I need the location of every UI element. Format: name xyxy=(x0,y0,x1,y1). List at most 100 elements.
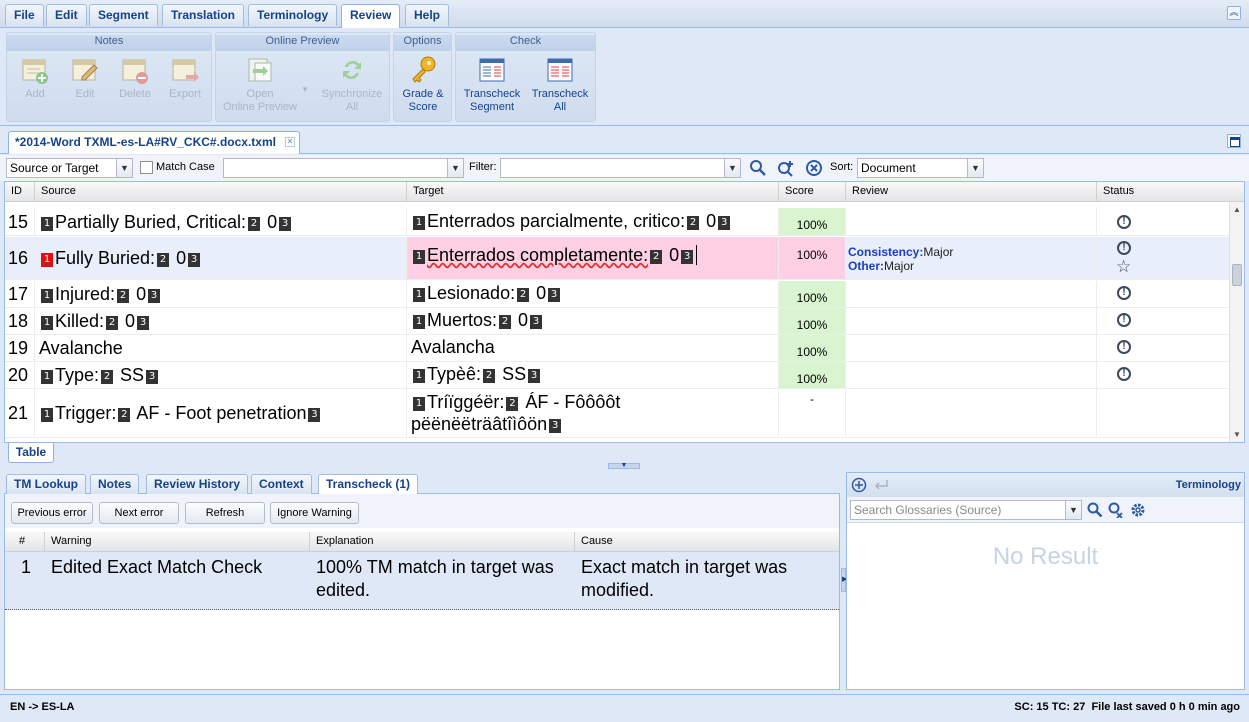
search-scope-select[interactable]: Source or Target ▼ xyxy=(6,158,133,178)
column-header-cause[interactable]: Cause xyxy=(575,532,839,552)
menu-tab-terminology[interactable]: Terminology xyxy=(248,4,338,26)
language-pair: EN -> ES-LA xyxy=(10,701,75,713)
add-note-button[interactable]: Add xyxy=(15,55,55,101)
transcheck-row[interactable]: 1 Edited Exact Match Check 100% TM match… xyxy=(5,552,839,610)
next-error-button[interactable]: Next error xyxy=(99,502,179,524)
warning-icon[interactable]: ! xyxy=(1117,241,1131,255)
target-text: Tríïggéër: xyxy=(427,392,505,412)
menu-tab-translation[interactable]: Translation xyxy=(162,4,245,26)
column-header-review[interactable]: Review xyxy=(846,182,1097,202)
warning-icon[interactable]: ! xyxy=(1117,286,1131,300)
export-note-button[interactable]: Export xyxy=(163,55,207,101)
open-online-preview-button[interactable]: Open Online Preview xyxy=(220,55,300,114)
segment-target[interactable]: 1 Typèê: 2 SS 3 xyxy=(407,362,779,388)
tab-tm-lookup[interactable]: TM Lookup xyxy=(6,474,86,494)
grid-scrollbar[interactable]: ▲ ▼ xyxy=(1229,202,1244,442)
segment-source: 1 Injured: 2 03 xyxy=(35,281,407,307)
search-input[interactable]: ▼ xyxy=(223,158,464,178)
segment-row[interactable]: 17 1 Injured: 2 03 1 Lesionado: 2 03 100% ! xyxy=(5,281,1230,308)
warning-icon[interactable]: ! xyxy=(1117,313,1131,327)
transcheck-all-button[interactable]: Transcheck All xyxy=(528,55,592,114)
scroll-down-icon[interactable]: ▼ xyxy=(1233,430,1241,439)
source-text: Partially Buried, Critical: xyxy=(55,212,247,232)
menu-tab-edit[interactable]: Edit xyxy=(46,4,87,26)
segment-row[interactable]: 19 Avalanche Avalancha 100% ! xyxy=(5,335,1230,362)
column-header-source[interactable]: Source xyxy=(35,182,407,202)
segment-row-selected[interactable]: 16 1 Fully Buried: 2 03 1 Enterrados comple… xyxy=(5,237,1230,280)
column-header-id[interactable]: ID xyxy=(5,182,35,202)
review-other: Other:Major xyxy=(848,259,915,273)
segment-row[interactable]: 20 1 Type: 2 SS 3 1 Typèê: 2 SS 3 100% ! xyxy=(5,362,1230,389)
chevron-down-icon[interactable]: ▼ xyxy=(1065,501,1081,519)
star-icon[interactable]: ☆ xyxy=(1116,258,1131,275)
warning-icon[interactable]: ! xyxy=(1117,367,1131,381)
segment-row[interactable]: 21 1 Trigger: 2 AF - Foot penetration 3 1 Tr… xyxy=(5,389,1230,438)
refresh-button[interactable]: Refresh xyxy=(185,502,265,524)
grade-score-button[interactable]: Grade & Score xyxy=(396,55,450,114)
check-group-title: Check xyxy=(456,35,595,51)
maximize-button[interactable] xyxy=(1227,134,1241,148)
tab-notes[interactable]: Notes xyxy=(90,474,140,494)
ignore-warning-button[interactable]: Ignore Warning xyxy=(270,502,359,524)
tab-review-history[interactable]: Review History xyxy=(146,474,249,494)
segment-row[interactable]: 18 1 Killed: 2 03 1 Muertos: 2 03 100% ! xyxy=(5,308,1230,335)
delete-note-button[interactable]: Delete xyxy=(115,55,155,101)
column-header-score[interactable]: Score xyxy=(779,182,846,202)
scroll-up-icon[interactable]: ▲ xyxy=(1233,205,1241,214)
insert-term-icon[interactable] xyxy=(873,477,889,493)
online-preview-dropdown-arrow[interactable]: ▼ xyxy=(300,83,310,96)
column-header-target[interactable]: Target xyxy=(407,182,779,202)
previous-error-button[interactable]: Previous error xyxy=(11,502,93,524)
edit-note-button[interactable]: Edit xyxy=(65,55,105,101)
match-case-checkbox[interactable] xyxy=(140,161,153,174)
menu-tab-segment[interactable]: Segment xyxy=(89,4,158,26)
search-icon[interactable] xyxy=(749,159,767,177)
menu-tab-help[interactable]: Help xyxy=(405,4,450,26)
chevron-down-icon[interactable]: ▼ xyxy=(447,159,463,177)
segment-target[interactable]: 1 Lesionado: 2 03 xyxy=(407,281,779,307)
clear-search-icon[interactable] xyxy=(1108,502,1124,518)
tag-3: 3 xyxy=(146,370,159,384)
segment-target[interactable]: 1 Enterrados parcialmente, critico: 2 03 xyxy=(407,208,779,235)
synchronize-all-button[interactable]: Synchronize All xyxy=(316,55,388,114)
segment-target[interactable]: 1 Tríïggéër: 2 ÁF - Fôôôôt pëënëëträâtîìôö… xyxy=(407,389,779,437)
close-document-icon[interactable]: ✕ xyxy=(285,137,295,147)
gear-icon[interactable] xyxy=(1130,502,1146,518)
column-header-warning[interactable]: Warning xyxy=(45,532,310,552)
add-filter-icon[interactable] xyxy=(777,159,795,177)
segment-target[interactable]: Avalancha xyxy=(407,335,779,361)
warning-icon[interactable]: ! xyxy=(1117,215,1131,229)
document-tab[interactable]: *2014-Word TXML-es-LA#RV_CKC#.docx.txml … xyxy=(8,131,300,154)
segment-status: ! xyxy=(1097,335,1230,361)
tag-2: 2 xyxy=(483,369,496,383)
segment-target-editor[interactable]: 1 Enterrados completamente: 2 03 xyxy=(407,237,779,279)
chevron-down-icon[interactable]: ▼ xyxy=(116,159,132,177)
add-term-icon[interactable] xyxy=(851,477,867,493)
tab-transcheck[interactable]: Transcheck (1) xyxy=(318,474,419,494)
transcheck-segment-button[interactable]: Transcheck Segment xyxy=(460,55,524,114)
menu-tab-review[interactable]: Review xyxy=(341,4,401,28)
search-icon[interactable] xyxy=(1087,502,1103,518)
tag-1: 1 xyxy=(41,289,53,303)
column-header-num[interactable]: # xyxy=(5,532,45,552)
filter-input[interactable]: ▼ xyxy=(500,158,741,178)
column-header-explanation[interactable]: Explanation xyxy=(310,532,575,552)
tab-context[interactable]: Context xyxy=(251,474,312,494)
horizontal-splitter[interactable]: ▼ xyxy=(608,462,640,469)
column-header-status[interactable]: Status xyxy=(1097,182,1244,202)
tag-2: 2 xyxy=(499,315,512,329)
filter-bar: Source or Target ▼ Match Case ▼ Filter: … xyxy=(0,155,1249,181)
warning-icon[interactable]: ! xyxy=(1117,340,1131,354)
clear-filter-icon[interactable] xyxy=(805,159,823,177)
glossary-search-input[interactable]: Search Glossaries (Source) ▼ xyxy=(850,500,1082,520)
table-view-tab[interactable]: Table xyxy=(8,443,54,463)
collapse-ribbon-button[interactable]: ︽ xyxy=(1227,6,1241,20)
segment-row[interactable]: 15 1 Partially Buried, Critical: 2 03 1 Ent… xyxy=(5,208,1230,236)
sort-select[interactable]: Document ▼ xyxy=(857,158,984,178)
chevron-down-icon[interactable]: ▼ xyxy=(724,159,740,177)
scrollbar-thumb[interactable] xyxy=(1232,264,1242,286)
segment-target[interactable]: 1 Muertos: 2 03 xyxy=(407,308,779,334)
segment-id: 18 xyxy=(5,308,35,334)
chevron-down-icon[interactable]: ▼ xyxy=(967,159,983,177)
menu-tab-file[interactable]: File xyxy=(5,4,44,26)
